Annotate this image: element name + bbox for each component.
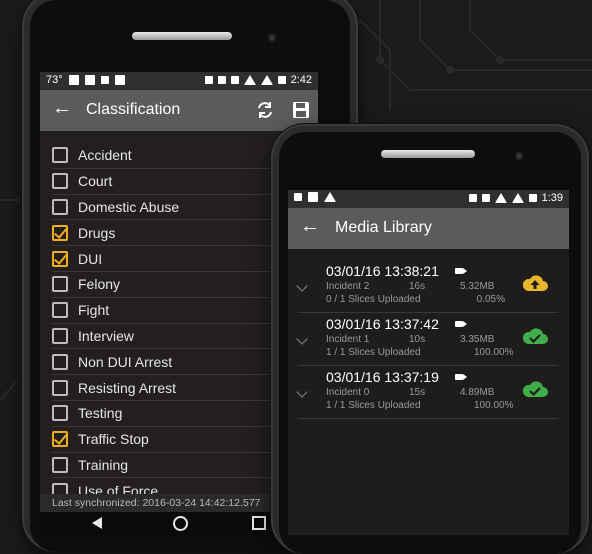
back-arrow-icon[interactable]: ← bbox=[300, 216, 320, 236]
list-item-label: Traffic Stop bbox=[78, 431, 149, 448]
alarm-icon bbox=[230, 76, 239, 84]
checkbox[interactable] bbox=[52, 173, 68, 190]
back-arrow-icon[interactable]: ← bbox=[52, 98, 72, 118]
incident-label: Incident 0 bbox=[326, 387, 370, 398]
battery-icon bbox=[528, 194, 537, 202]
list-item[interactable]: 03/01/16 13:37:19 Incident 0 15s 4.89MB … bbox=[296, 366, 558, 419]
wifi-icon bbox=[494, 193, 507, 203]
file-size-label: 4.89MB bbox=[460, 387, 495, 398]
checkbox[interactable] bbox=[52, 379, 68, 396]
status-bar: 73° 2:42 bbox=[40, 72, 318, 90]
vibrate-icon bbox=[217, 76, 226, 84]
slices-status: 0 / 1 Slices Uploaded bbox=[326, 294, 421, 305]
download-icon bbox=[100, 76, 109, 84]
video-camera-icon bbox=[455, 374, 467, 380]
slices-status: 1 / 1 Slices Uploaded bbox=[326, 347, 421, 358]
phone-camera bbox=[268, 34, 276, 42]
list-item-label: Court bbox=[78, 173, 113, 190]
page-title: Classification bbox=[86, 101, 181, 118]
list-item-label: DUI bbox=[78, 250, 103, 267]
notification-icon bbox=[308, 192, 318, 202]
mail-icon bbox=[84, 75, 95, 85]
wifi-icon bbox=[243, 75, 256, 85]
list-item[interactable]: 03/01/16 13:38:21 Incident 2 16s 5.32MB … bbox=[296, 260, 558, 313]
nav-back-icon[interactable] bbox=[92, 517, 102, 529]
save-icon[interactable] bbox=[291, 100, 311, 120]
page-title: Media Library bbox=[335, 219, 432, 236]
media-timestamp: 03/01/16 13:37:42 bbox=[326, 316, 439, 332]
checkbox[interactable] bbox=[52, 302, 68, 319]
temperature-text: 73° bbox=[46, 74, 63, 86]
checkbox[interactable] bbox=[52, 198, 68, 215]
list-item-label: Resisting Arrest bbox=[78, 379, 177, 396]
list-item-label: Fight bbox=[78, 302, 110, 319]
refresh-icon[interactable] bbox=[255, 100, 275, 120]
phone-speaker bbox=[132, 32, 232, 40]
cloud-upload-icon[interactable] bbox=[521, 274, 549, 292]
clock-text: 2:42 bbox=[290, 74, 312, 86]
checkbox[interactable] bbox=[52, 405, 68, 422]
location-icon bbox=[468, 194, 477, 202]
duration-label: 16s bbox=[409, 281, 426, 292]
list-item-label: Interview bbox=[78, 327, 135, 344]
app-bar: ← Classification bbox=[40, 90, 318, 131]
cloud-check-icon[interactable] bbox=[521, 327, 549, 345]
location-icon bbox=[204, 76, 213, 84]
upload-percent: 100.00% bbox=[474, 400, 514, 411]
list-item-label: Domestic Abuse bbox=[78, 198, 180, 215]
list-item-label: Drugs bbox=[78, 224, 116, 241]
media-timestamp: 03/01/16 13:37:19 bbox=[326, 369, 439, 385]
slices-status: 1 / 1 Slices Uploaded bbox=[326, 400, 421, 411]
bag-icon bbox=[114, 75, 125, 85]
upload-percent: 100.00% bbox=[474, 347, 514, 358]
bluetooth-icon bbox=[481, 194, 490, 202]
chevron-down-icon[interactable] bbox=[296, 386, 308, 398]
media-library-screen: 1:39 ← Media Library 03/01/16 13:38:21 I… bbox=[288, 190, 569, 535]
duration-label: 10s bbox=[409, 334, 426, 345]
media-timestamp: 03/01/16 13:38:21 bbox=[326, 263, 439, 279]
checkbox[interactable] bbox=[52, 224, 68, 241]
chevron-down-icon[interactable] bbox=[296, 280, 308, 292]
checkbox[interactable] bbox=[52, 327, 68, 344]
list-item-label: Accident bbox=[78, 147, 132, 164]
list-item-label: Training bbox=[78, 456, 129, 473]
warning-icon bbox=[324, 192, 336, 202]
checkbox[interactable] bbox=[52, 250, 68, 267]
checkbox[interactable] bbox=[52, 276, 68, 293]
list-item-label: Felony bbox=[78, 276, 121, 293]
video-camera-icon bbox=[455, 321, 467, 327]
image-icon bbox=[294, 193, 302, 201]
incident-label: Incident 1 bbox=[326, 334, 370, 345]
clock-text: 1:39 bbox=[541, 192, 563, 204]
video-camera-icon bbox=[455, 268, 467, 274]
media-list: 03/01/16 13:38:21 Incident 2 16s 5.32MB … bbox=[296, 260, 558, 419]
status-bar: 1:39 bbox=[288, 190, 569, 208]
phone-speaker bbox=[381, 150, 475, 158]
checkbox[interactable] bbox=[52, 456, 68, 473]
phone-camera bbox=[515, 152, 523, 160]
chevron-down-icon[interactable] bbox=[296, 333, 308, 345]
cloud-check-icon[interactable] bbox=[521, 380, 549, 398]
battery-icon bbox=[277, 76, 286, 84]
incident-label: Incident 2 bbox=[326, 281, 370, 292]
signal-icon bbox=[260, 75, 273, 85]
checkbox[interactable] bbox=[52, 353, 68, 370]
list-item-label: Testing bbox=[78, 405, 123, 422]
checkbox[interactable] bbox=[52, 147, 68, 164]
notification-icon bbox=[68, 75, 79, 85]
nav-home-icon[interactable] bbox=[173, 516, 188, 531]
signal-icon bbox=[511, 193, 524, 203]
file-size-label: 5.32MB bbox=[460, 281, 495, 292]
list-item[interactable]: 03/01/16 13:37:42 Incident 1 10s 3.35MB … bbox=[296, 313, 558, 366]
app-bar: ← Media Library bbox=[288, 208, 569, 249]
nav-recents-icon[interactable] bbox=[252, 516, 266, 530]
list-item-label: Non DUI Arrest bbox=[78, 353, 173, 370]
upload-percent: 0.05% bbox=[476, 294, 505, 305]
file-size-label: 3.35MB bbox=[460, 334, 495, 345]
duration-label: 15s bbox=[409, 387, 426, 398]
checkbox[interactable] bbox=[52, 431, 68, 448]
